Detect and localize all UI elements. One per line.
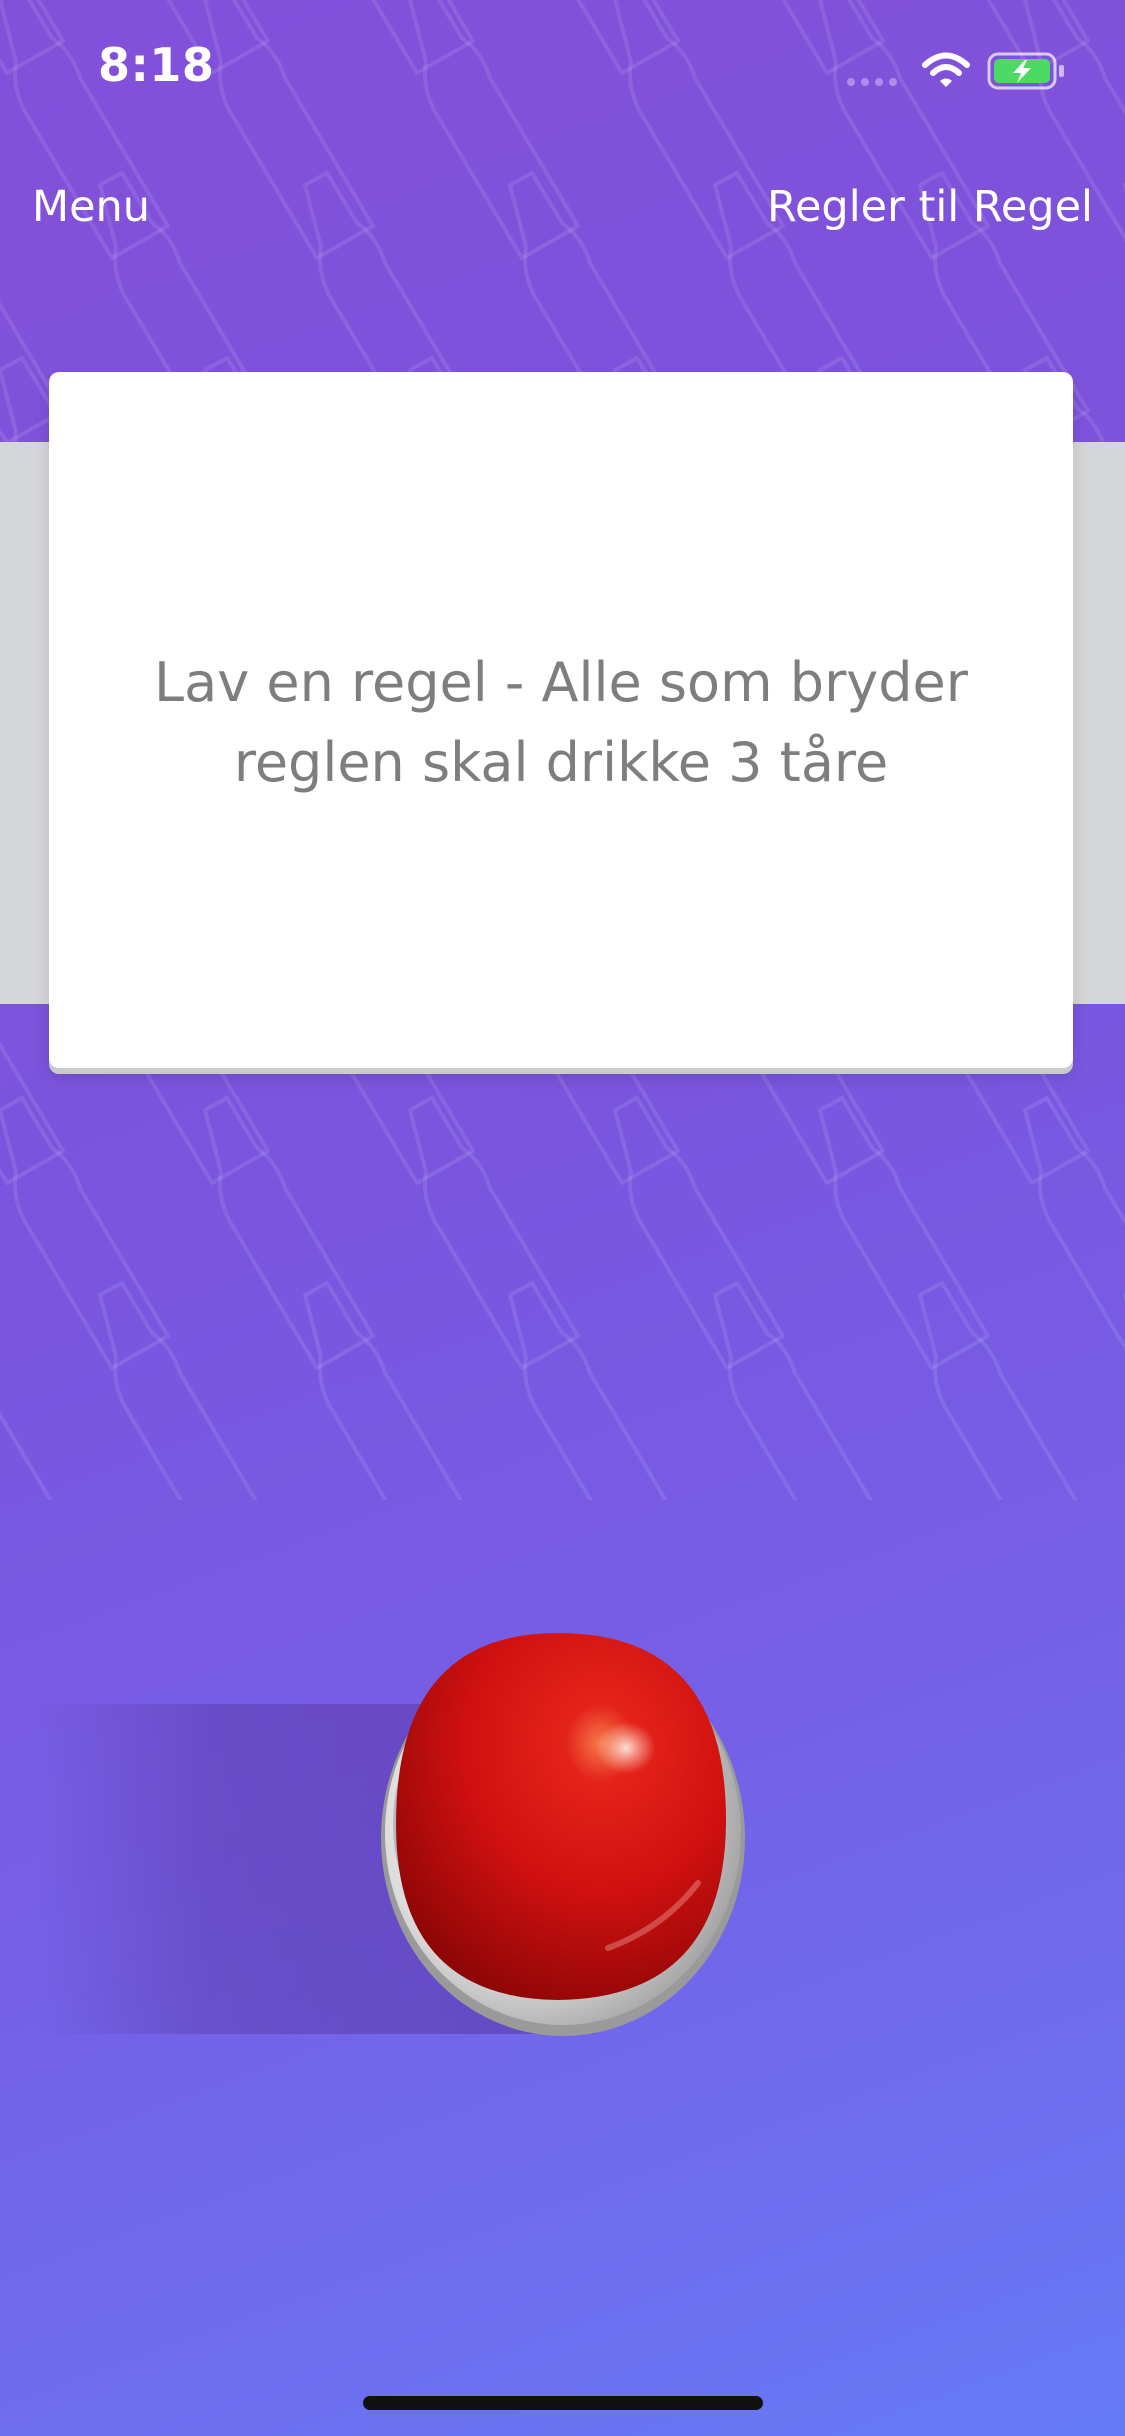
card-text: Lav en regel - Alle som bryder reglen sk… (154, 650, 968, 794)
menu-button[interactable]: Menu (32, 182, 150, 232)
home-indicator[interactable] (363, 2396, 763, 2410)
rule-card[interactable]: Lav en regel - Alle som bryder reglen sk… (49, 372, 1073, 1068)
signal-icon (847, 78, 897, 86)
status-icons (847, 52, 1064, 90)
status-time: 8:18 (98, 38, 215, 92)
rules-button[interactable]: Regler til Regel (767, 182, 1093, 232)
red-push-button[interactable] (378, 1628, 748, 2038)
battery-charging-icon (987, 52, 1064, 90)
wifi-icon (922, 52, 970, 87)
screen: 8:18 Menu Regler til Regel Lav en regel … (0, 0, 1125, 2436)
